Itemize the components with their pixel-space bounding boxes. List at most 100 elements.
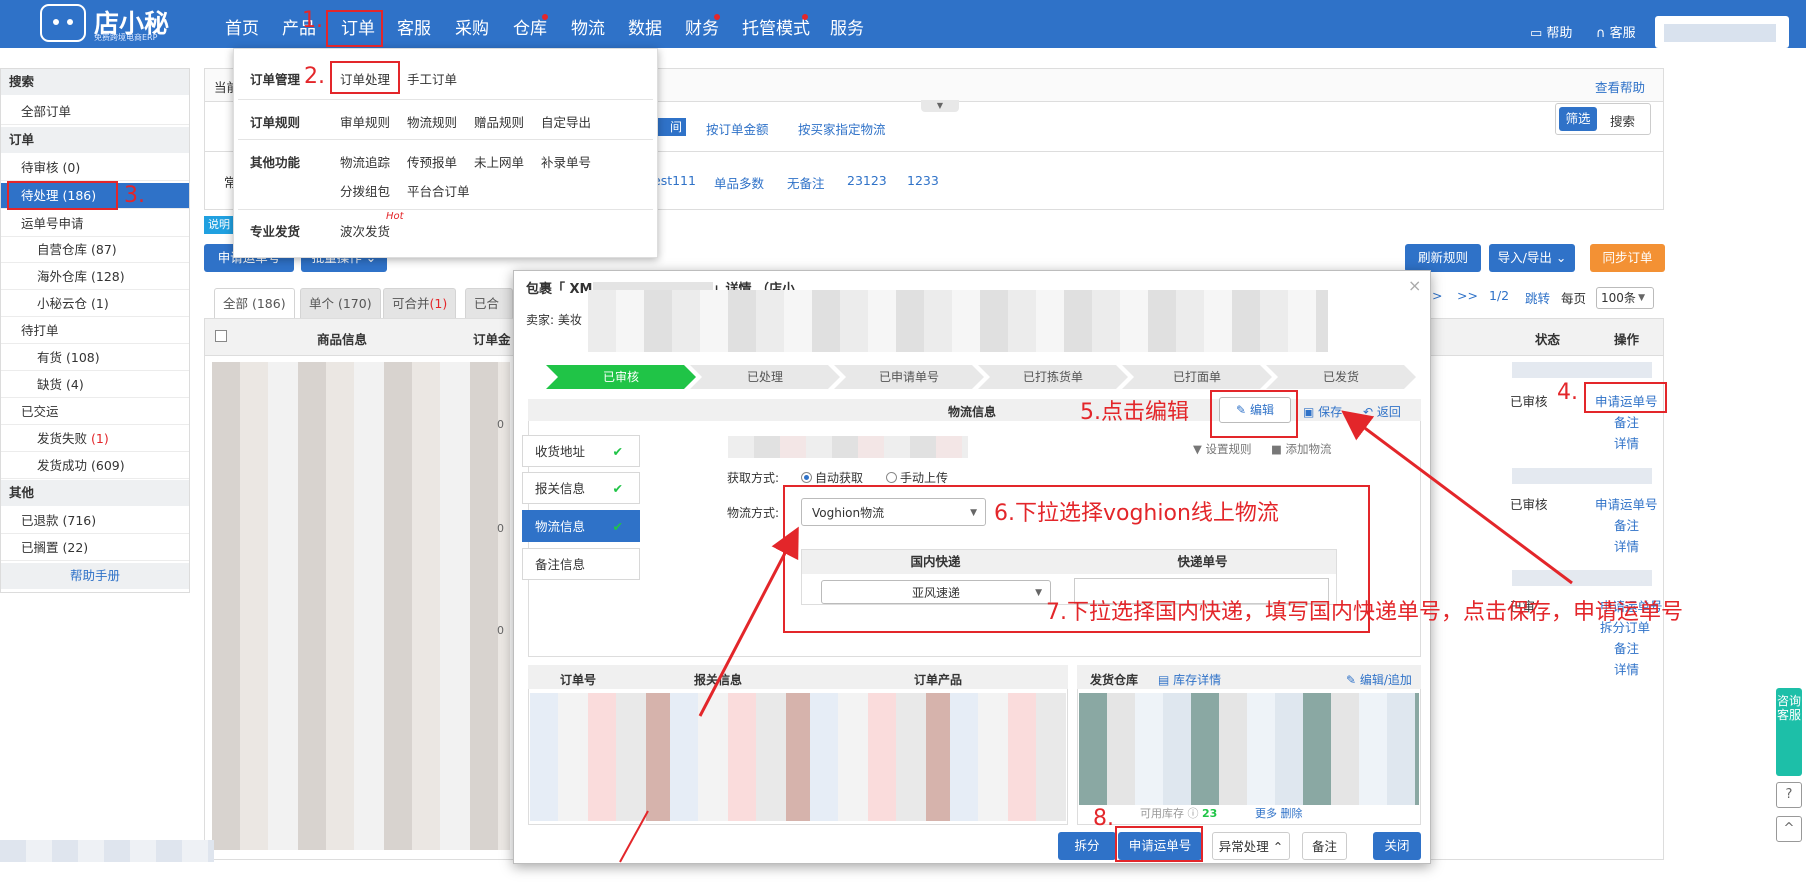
search-button[interactable]: 搜索 (1610, 111, 1635, 130)
exception-handling-button[interactable]: 异常处理 ⌃ (1212, 832, 1290, 860)
select-all-checkbox[interactable] (215, 330, 227, 342)
sidebar-item-pending-review[interactable]: 待审核 (0) (1, 155, 189, 181)
row3-detail-link[interactable]: 详情 (1614, 659, 1639, 678)
row1-detail-link[interactable]: 详情 (1614, 433, 1639, 452)
row2-detail-link[interactable]: 详情 (1614, 536, 1639, 555)
sidebar-help-manual[interactable]: 帮助手册 (1, 563, 189, 589)
tab-all[interactable]: 全部 (186) (214, 288, 295, 318)
sidebar-item-out-of-stock[interactable]: 缺货 (4) (1, 372, 189, 398)
sync-orders-button[interactable]: 同步订单 (1590, 244, 1665, 272)
nav-data[interactable]: 数据 (628, 14, 662, 39)
dd-pro-ship-heading: 专业发货 (250, 224, 301, 239)
sidebar-item-cloud-warehouse[interactable]: 小秘云仓 (1) (1, 291, 189, 317)
sidebar-item-all-orders[interactable]: 全部订单 (1, 99, 189, 125)
filter-icon: ▼ (1193, 442, 1202, 456)
tab-mergeable[interactable]: 可合并(1) (383, 288, 457, 318)
col-warehouse: 发货仓库 (1090, 673, 1139, 687)
filter-button[interactable]: 筛选 (1559, 107, 1597, 131)
help-link[interactable]: ▭ 帮助 (1530, 22, 1572, 41)
dd-prereport[interactable]: 传预报单 (407, 152, 457, 171)
nav-customer-service[interactable]: 客服 (397, 14, 431, 39)
left-tab-logistics-info[interactable]: 物流信息 ✔ (522, 510, 640, 542)
stock-detail-link[interactable]: ▤ 库存详情 (1158, 671, 1221, 688)
filter-by-amount[interactable]: 按订单金额 (706, 119, 769, 138)
back-to-top-icon[interactable]: ^ (1776, 816, 1802, 842)
pager-size-select[interactable]: 100条 ▼ (1596, 287, 1654, 309)
truck-icon: ■ (1271, 442, 1282, 456)
tag-filter-no-note[interactable]: 无备注 (787, 173, 825, 192)
tag-filter-partial[interactable]: est111 (653, 173, 696, 188)
sidebar-item-in-stock[interactable]: 有货 (108) (1, 345, 189, 371)
sidebar-item-refunded[interactable]: 已退款 (716) (1, 508, 189, 534)
dd-logistics-rules[interactable]: 物流规则 (407, 112, 457, 131)
row3-note-link[interactable]: 备注 (1614, 638, 1639, 657)
filter-by-buyer-logistics[interactable]: 按买家指定物流 (798, 119, 886, 138)
left-tab-shipping-address[interactable]: 收货地址 ✔ (522, 435, 640, 467)
left-tab-customs-info[interactable]: 报关信息 ✔ (522, 472, 640, 504)
tab-merged[interactable]: 已合并 (465, 288, 513, 318)
import-export-button[interactable]: 导入/导出 ⌄ (1489, 244, 1575, 272)
dd-not-online[interactable]: 未上网单 (474, 152, 524, 171)
consult-service-widget[interactable]: 咨询客服 (1776, 688, 1802, 776)
undo-icon: ↶ (1363, 405, 1374, 419)
annotation-box-pending-process (7, 181, 118, 210)
sidebar-item-shipped[interactable]: 已交运 (1, 399, 189, 425)
back-button[interactable]: ↶ 返回 (1363, 403, 1401, 420)
tag-filter-23123[interactable]: 23123 (847, 173, 887, 188)
dd-custom-export[interactable]: 自定导出 (541, 112, 591, 131)
refresh-rules-button[interactable]: 刷新规则 (1405, 244, 1481, 272)
service-link[interactable]: ∩ 客服 (1596, 22, 1636, 41)
pager-last[interactable]: >> (1457, 288, 1478, 303)
sidebar-item-ship-success[interactable]: 发货成功 (609) (1, 453, 189, 479)
note-button[interactable]: 备注 (1302, 832, 1347, 860)
dd-tracking[interactable]: 物流追踪 (340, 152, 390, 171)
explain-badge[interactable]: 说明 (204, 216, 234, 234)
left-tab-note-info[interactable]: 备注信息 (522, 548, 640, 580)
more-delete-links[interactable]: 更多 删除 (1255, 805, 1303, 821)
view-help-link[interactable]: 查看帮助 (1595, 77, 1645, 96)
tab-single[interactable]: 单个 (170) (300, 288, 381, 318)
row1-note-link[interactable]: 备注 (1614, 412, 1639, 431)
split-button[interactable]: 拆分 (1058, 832, 1116, 860)
logistics-section-title: 物流信息 (948, 405, 997, 419)
sidebar-item-overseas-warehouse[interactable]: 海外仓库 (128) (1, 264, 189, 290)
dd-divider (238, 139, 653, 140)
nav-managed-mode[interactable]: 托管模式 (742, 14, 810, 39)
pager-jump[interactable]: 跳转 (1525, 288, 1550, 307)
fetch-auto-radio[interactable]: 自动获取 (801, 469, 863, 486)
modal-close-icon[interactable]: × (1408, 276, 1421, 295)
modal-close-button[interactable]: 关闭 (1373, 832, 1421, 860)
nav-services[interactable]: 服务 (830, 14, 864, 39)
collapse-toggle-icon[interactable]: ▼ (921, 100, 959, 112)
row1-status: 已审核 (1510, 394, 1548, 409)
sidebar-item-ship-fail[interactable]: 发货失败 (1) (1, 426, 189, 452)
edit-add-link[interactable]: ✎ 编辑/追加 (1346, 671, 1412, 688)
dd-review-rules[interactable]: 审单规则 (340, 112, 390, 131)
dd-manual-order[interactable]: 手工订单 (407, 69, 457, 88)
dd-split-pack[interactable]: 分拨组包 (340, 181, 390, 200)
nav-purchase[interactable]: 采购 (455, 14, 489, 39)
pager-next[interactable]: > (1432, 288, 1442, 303)
tag-filter-single-multi[interactable]: 单品多数 (714, 173, 764, 192)
nav-logistics[interactable]: 物流 (571, 14, 605, 39)
row2-apply-waybill-link[interactable]: 申请运单号 (1595, 494, 1658, 513)
dd-wave-ship[interactable]: 波次发货 (340, 221, 390, 240)
fetch-manual-radio[interactable]: 手动上传 (886, 469, 948, 486)
nav-home[interactable]: 首页 (225, 14, 259, 39)
tag-filter-1233[interactable]: 1233 (907, 173, 939, 188)
set-rules-link[interactable]: ▼ 设置规则 (1193, 441, 1252, 457)
dd-gift-rules[interactable]: 赠品规则 (474, 112, 524, 131)
save-button[interactable]: ▣ 保存 (1303, 403, 1342, 420)
sidebar-item-waybill-apply[interactable]: 运单号申请 (1, 211, 189, 237)
sidebar-item-to-print[interactable]: 待打单 (1, 318, 189, 344)
add-logistics-link[interactable]: ■ 添加物流 (1271, 441, 1332, 457)
order-products-redacted (530, 693, 1066, 821)
sidebar-item-shelved[interactable]: 已搁置 (22) (1, 535, 189, 561)
row2-note-link[interactable]: 备注 (1614, 515, 1639, 534)
dd-supplement[interactable]: 补录单号 (541, 152, 591, 171)
annotation-box-orders-nav (326, 10, 383, 47)
sidebar-item-self-warehouse[interactable]: 自营仓库 (87) (1, 237, 189, 263)
dd-platform-merge[interactable]: 平台合订单 (407, 181, 470, 200)
question-help-icon[interactable]: ? (1776, 782, 1802, 808)
filter-active-chip[interactable]: 间 (656, 118, 686, 136)
